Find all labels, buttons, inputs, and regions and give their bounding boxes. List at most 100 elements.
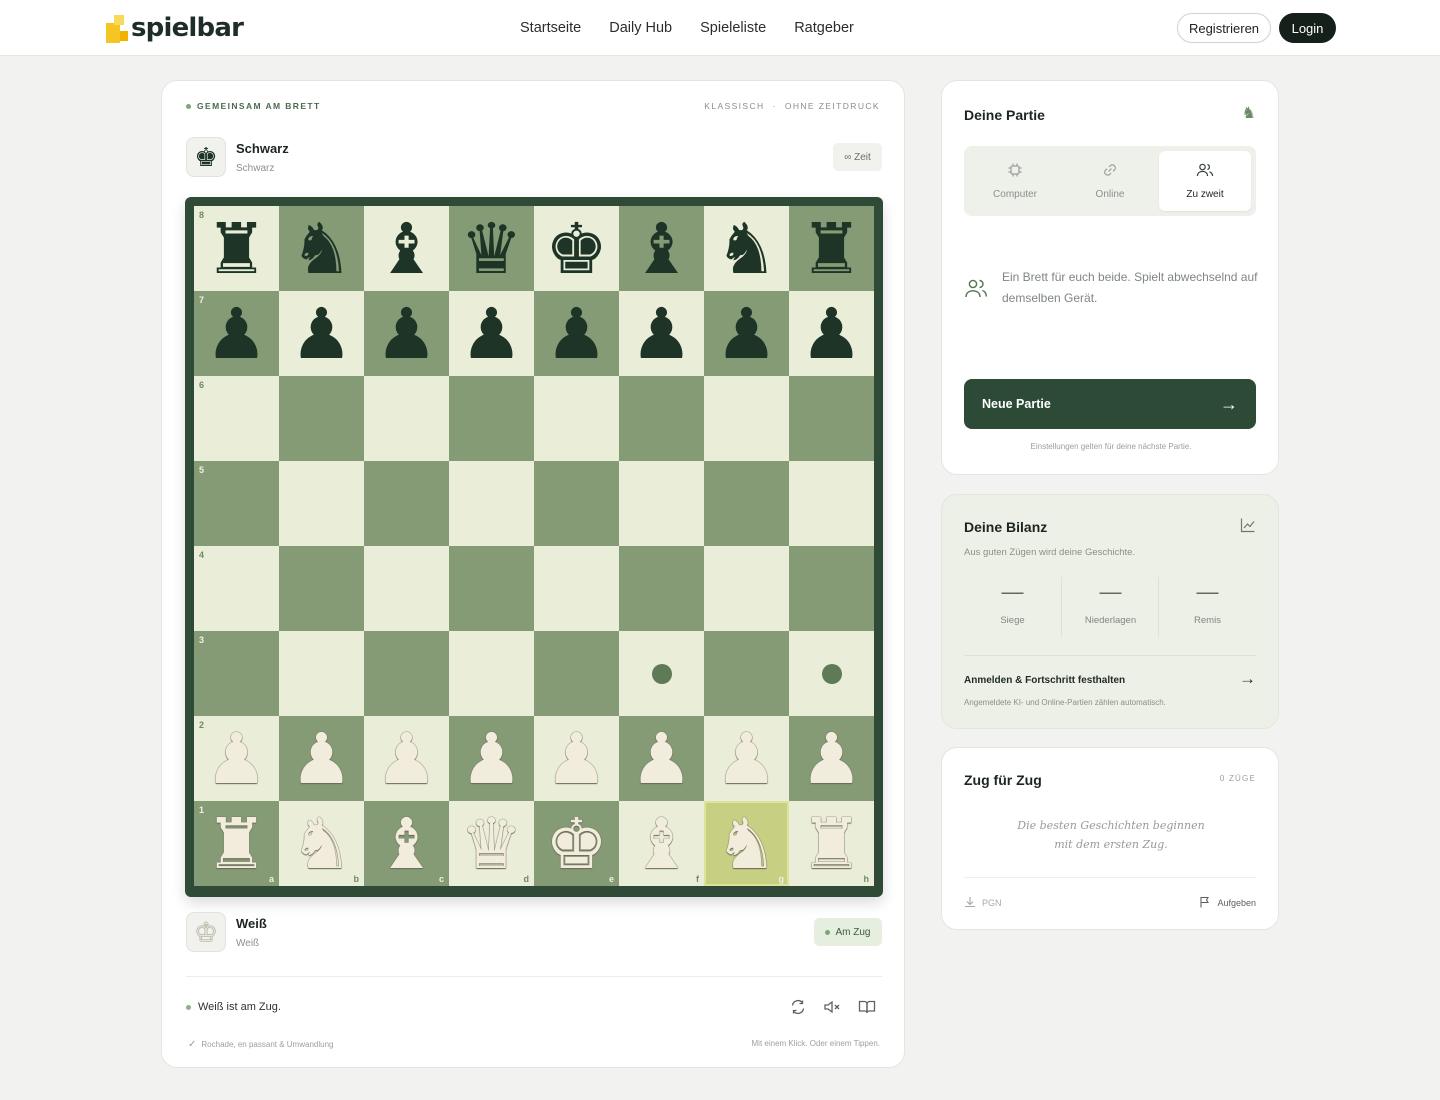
square-a8[interactable]: 8 ♜ [194, 206, 279, 291]
square-e1[interactable]: e ♚ [534, 801, 619, 886]
square-e8[interactable]: ♚ [534, 206, 619, 291]
square-f8[interactable]: ♝ [619, 206, 704, 291]
square-f1[interactable]: f ♝ [619, 801, 704, 886]
tab-online[interactable]: Online [1064, 151, 1156, 211]
black-pawn-icon[interactable]: ♟ [205, 299, 268, 369]
square-c7[interactable]: ♟ [364, 291, 449, 376]
square-e7[interactable]: ♟ [534, 291, 619, 376]
flip-board-icon[interactable] [786, 995, 810, 1019]
square-f4[interactable] [619, 546, 704, 631]
square-h4[interactable] [789, 546, 874, 631]
square-h7[interactable]: ♟ [789, 291, 874, 376]
white-pawn-icon[interactable]: ♟ [715, 724, 778, 794]
square-g4[interactable] [704, 546, 789, 631]
tab-zu-zweit[interactable]: Zu zweit [1159, 151, 1251, 211]
arrow-right-icon[interactable]: → [1239, 669, 1256, 689]
black-king-icon[interactable]: ♚ [545, 214, 608, 284]
square-c4[interactable] [364, 546, 449, 631]
white-rook-icon[interactable]: ♜ [205, 809, 268, 879]
square-d3[interactable] [449, 631, 534, 716]
black-pawn-icon[interactable]: ♟ [375, 299, 438, 369]
square-a5[interactable]: 5 [194, 461, 279, 546]
login-progress-link[interactable]: Anmelden & Fortschritt festhalten [964, 675, 1125, 686]
square-f2[interactable]: ♟ [619, 716, 704, 801]
square-c2[interactable]: ♟ [364, 716, 449, 801]
white-pawn-icon[interactable]: ♟ [205, 724, 268, 794]
square-d6[interactable] [449, 376, 534, 461]
pgn-button[interactable]: PGN [964, 896, 1002, 910]
square-f6[interactable] [619, 376, 704, 461]
square-h3[interactable] [789, 631, 874, 716]
register-button[interactable]: Registrieren [1177, 13, 1271, 43]
square-c5[interactable] [364, 461, 449, 546]
square-b3[interactable] [279, 631, 364, 716]
black-rook-icon[interactable]: ♜ [800, 214, 863, 284]
square-e4[interactable] [534, 546, 619, 631]
square-h5[interactable] [789, 461, 874, 546]
tab-computer[interactable]: Computer [969, 151, 1061, 211]
logo[interactable]: spielbar [106, 10, 244, 46]
black-bishop-icon[interactable]: ♝ [375, 214, 438, 284]
nav-ratgeber[interactable]: Ratgeber [794, 20, 854, 36]
white-rook-icon[interactable]: ♜ [800, 809, 863, 879]
black-knight-icon[interactable]: ♞ [715, 214, 778, 284]
square-g8[interactable]: ♞ [704, 206, 789, 291]
square-b4[interactable] [279, 546, 364, 631]
white-knight-icon[interactable]: ♞ [290, 809, 353, 879]
square-f3[interactable] [619, 631, 704, 716]
white-pawn-icon[interactable]: ♟ [375, 724, 438, 794]
black-knight-icon[interactable]: ♞ [290, 214, 353, 284]
black-pawn-icon[interactable]: ♟ [460, 299, 523, 369]
white-pawn-icon[interactable]: ♟ [630, 724, 693, 794]
square-a2[interactable]: 2 ♟ [194, 716, 279, 801]
move-hint-dot[interactable] [651, 663, 672, 684]
square-b5[interactable] [279, 461, 364, 546]
white-bishop-icon[interactable]: ♝ [630, 809, 693, 879]
square-h2[interactable]: ♟ [789, 716, 874, 801]
square-h6[interactable] [789, 376, 874, 461]
white-knight-icon[interactable]: ♞ [715, 809, 778, 879]
black-pawn-icon[interactable]: ♟ [290, 299, 353, 369]
white-king-icon[interactable]: ♚ [545, 809, 608, 879]
square-e2[interactable]: ♟ [534, 716, 619, 801]
square-f5[interactable] [619, 461, 704, 546]
square-e3[interactable] [534, 631, 619, 716]
square-a6[interactable]: 6 [194, 376, 279, 461]
black-pawn-icon[interactable]: ♟ [800, 299, 863, 369]
square-b2[interactable]: ♟ [279, 716, 364, 801]
login-button[interactable]: Login [1279, 13, 1336, 43]
white-pawn-icon[interactable]: ♟ [460, 724, 523, 794]
square-a3[interactable]: 3 [194, 631, 279, 716]
square-d2[interactable]: ♟ [449, 716, 534, 801]
square-d1[interactable]: d ♛ [449, 801, 534, 886]
square-b6[interactable] [279, 376, 364, 461]
white-pawn-icon[interactable]: ♟ [290, 724, 353, 794]
square-g7[interactable]: ♟ [704, 291, 789, 376]
white-pawn-icon[interactable]: ♟ [800, 724, 863, 794]
black-bishop-icon[interactable]: ♝ [630, 214, 693, 284]
square-a4[interactable]: 4 [194, 546, 279, 631]
square-e6[interactable] [534, 376, 619, 461]
square-g6[interactable] [704, 376, 789, 461]
square-f7[interactable]: ♟ [619, 291, 704, 376]
square-c3[interactable] [364, 631, 449, 716]
nav-daily-hub[interactable]: Daily Hub [609, 20, 672, 36]
white-pawn-icon[interactable]: ♟ [545, 724, 608, 794]
square-g3[interactable] [704, 631, 789, 716]
new-game-button[interactable]: Neue Partie → [964, 379, 1256, 429]
white-queen-icon[interactable]: ♛ [460, 809, 523, 879]
square-g5[interactable] [704, 461, 789, 546]
book-icon[interactable] [855, 995, 879, 1019]
square-g1[interactable]: g ♞ [704, 801, 789, 886]
square-a7[interactable]: 7 ♟ [194, 291, 279, 376]
square-c1[interactable]: c ♝ [364, 801, 449, 886]
chess-board[interactable]: 8 ♜ ♞ ♝ ♛ ♚ ♝ ♞ ♜ 7 ♟ ♟ ♟ ♟ ♟ ♟ ♟ ♟ 6 5 4 3 2 ♟ ♟ ♟ ♟ ♟ ♟ ♟ ♟ 1 a ♜ b ♞ c ♝ d ♛… [194, 206, 874, 886]
square-d7[interactable]: ♟ [449, 291, 534, 376]
square-c8[interactable]: ♝ [364, 206, 449, 291]
square-e5[interactable] [534, 461, 619, 546]
square-b1[interactable]: b ♞ [279, 801, 364, 886]
square-g2[interactable]: ♟ [704, 716, 789, 801]
black-queen-icon[interactable]: ♛ [460, 214, 523, 284]
square-h8[interactable]: ♜ [789, 206, 874, 291]
move-hint-dot[interactable] [821, 663, 842, 684]
